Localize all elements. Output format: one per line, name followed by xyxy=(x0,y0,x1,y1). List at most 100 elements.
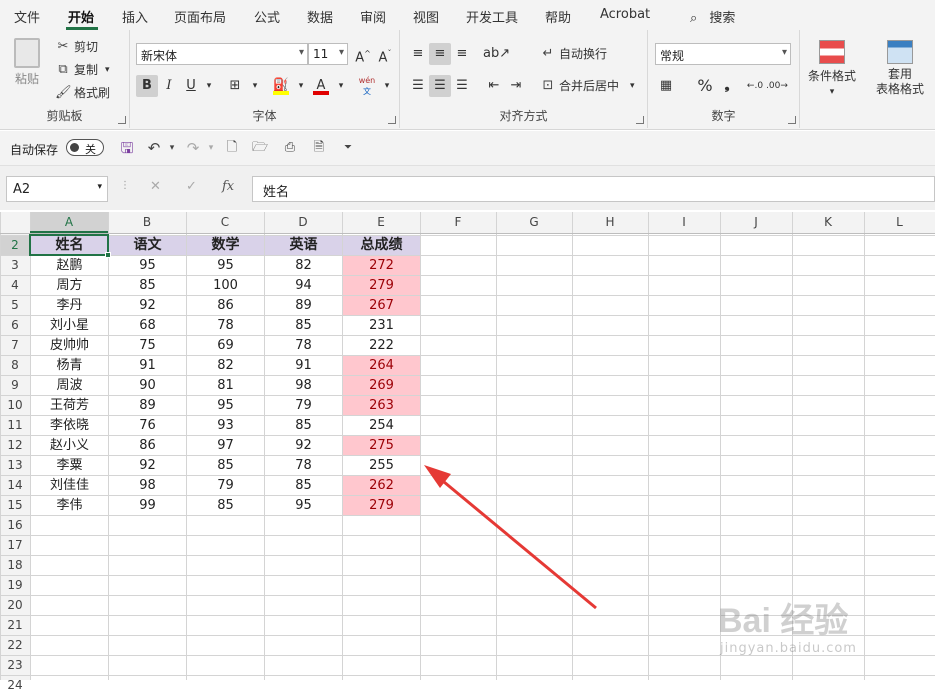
name-cell[interactable]: 王荷芳 xyxy=(31,396,108,415)
decrease-decimal-icon[interactable]: .00→ xyxy=(766,75,788,97)
align-center-icon[interactable]: ☰ xyxy=(429,75,451,97)
accounting-format-icon[interactable]: ▦ xyxy=(655,75,677,97)
name-cell[interactable]: 李伟 xyxy=(31,496,108,515)
math-score-cell[interactable]: 82 xyxy=(187,356,264,375)
percent-icon[interactable]: % xyxy=(694,75,716,97)
chinese-score-cell[interactable]: 99 xyxy=(109,496,186,515)
row-header-19[interactable]: 19 xyxy=(0,575,30,595)
total-score-cell[interactable]: 262 xyxy=(343,476,420,495)
english-score-cell[interactable]: 85 xyxy=(265,316,342,335)
column-header-C[interactable]: C xyxy=(186,212,264,233)
decrease-indent-icon[interactable]: ⇤ xyxy=(483,75,505,97)
tab-formulas[interactable]: 公式 xyxy=(254,7,280,26)
chevron-down-icon[interactable]: ▾ xyxy=(376,75,398,97)
english-score-cell[interactable]: 95 xyxy=(265,496,342,515)
english-score-cell[interactable]: 85 xyxy=(265,416,342,435)
tab-insert[interactable]: 插入 xyxy=(122,7,148,26)
align-middle-icon[interactable]: ≡ xyxy=(429,43,451,65)
english-score-cell[interactable]: 85 xyxy=(265,476,342,495)
conditional-format-button[interactable]: 条件格式 ▾ xyxy=(808,40,856,97)
merge-center-button[interactable]: ⊡ 合并后居中 ▾ xyxy=(540,77,635,94)
column-header-D[interactable]: D xyxy=(264,212,342,233)
name-cell[interactable]: 杨青 xyxy=(31,356,108,375)
total-score-cell[interactable]: 275 xyxy=(343,436,420,455)
dialog-launcher-icon[interactable] xyxy=(388,116,396,124)
row-header-15[interactable]: 15 xyxy=(0,495,30,515)
worksheet-grid[interactable]: A B C D E F G H I J K L 2 3 4 5 6 7 8 9 10 11 12 13 14 15 16 17 18 19… xyxy=(0,212,935,692)
chinese-score-cell[interactable]: 85 xyxy=(109,276,186,295)
name-cell[interactable]: 皮帅帅 xyxy=(31,336,108,355)
orientation-icon[interactable]: ab↗ xyxy=(483,43,510,65)
tab-developer[interactable]: 开发工具 xyxy=(466,7,518,26)
table-header-cell[interactable]: 英语 xyxy=(265,236,342,255)
chevron-down-icon[interactable]: ▾ xyxy=(290,75,312,97)
dialog-launcher-icon[interactable] xyxy=(788,116,796,124)
english-score-cell[interactable]: 89 xyxy=(265,296,342,315)
increase-decimal-icon[interactable]: ←.0 xyxy=(744,75,766,97)
english-score-cell[interactable]: 79 xyxy=(265,396,342,415)
decrease-font-icon[interactable]: Aˇ xyxy=(374,43,396,65)
math-score-cell[interactable]: 97 xyxy=(187,436,264,455)
chinese-score-cell[interactable]: 95 xyxy=(109,256,186,275)
total-score-cell[interactable]: 254 xyxy=(343,416,420,435)
column-header-A[interactable]: A xyxy=(30,212,108,233)
dialog-launcher-icon[interactable] xyxy=(636,116,644,124)
row-header-20[interactable]: 20 xyxy=(0,595,30,615)
total-score-cell[interactable]: 269 xyxy=(343,376,420,395)
autosave-toggle[interactable]: 关 xyxy=(66,139,104,156)
format-as-table-button[interactable]: 套用 表格格式 xyxy=(876,40,924,97)
name-cell[interactable]: 赵小义 xyxy=(31,436,108,455)
chinese-score-cell[interactable]: 76 xyxy=(109,416,186,435)
copy-button[interactable]: ⧉ 复制 ▾ xyxy=(55,61,109,78)
chevron-down-icon[interactable]: ▾ xyxy=(244,75,266,97)
chinese-score-cell[interactable]: 92 xyxy=(109,456,186,475)
name-cell[interactable]: 李粟 xyxy=(31,456,108,475)
bold-button[interactable]: B xyxy=(136,75,158,97)
column-header-I[interactable]: I xyxy=(648,212,720,233)
row-header-12[interactable]: 12 xyxy=(0,435,30,455)
name-cell[interactable]: 刘小星 xyxy=(31,316,108,335)
chinese-score-cell[interactable]: 75 xyxy=(109,336,186,355)
math-score-cell[interactable]: 69 xyxy=(187,336,264,355)
column-header-K[interactable]: K xyxy=(792,212,864,233)
row-header-10[interactable]: 10 xyxy=(0,395,30,415)
chinese-score-cell[interactable]: 86 xyxy=(109,436,186,455)
tab-help[interactable]: 帮助 xyxy=(545,7,571,26)
math-score-cell[interactable]: 85 xyxy=(187,496,264,515)
font-size-select[interactable]: 11 ▾ xyxy=(308,43,348,65)
fill-handle[interactable] xyxy=(105,252,111,258)
row-header-2[interactable]: 2 xyxy=(0,235,30,255)
chevron-down-icon[interactable]: ▾ xyxy=(330,75,352,97)
export-pdf-icon[interactable]: 🗎 xyxy=(311,140,327,156)
column-header-H[interactable]: H xyxy=(572,212,648,233)
font-color-icon[interactable]: A xyxy=(310,75,332,97)
format-painter-button[interactable]: 🖌 格式刷 xyxy=(55,84,110,101)
total-score-cell[interactable]: 263 xyxy=(343,396,420,415)
italic-button[interactable]: I xyxy=(158,75,180,97)
row-header-4[interactable]: 4 xyxy=(0,275,30,295)
cut-button[interactable]: ✂ 剪切 xyxy=(55,38,98,55)
chinese-score-cell[interactable]: 90 xyxy=(109,376,186,395)
math-score-cell[interactable]: 100 xyxy=(187,276,264,295)
tab-review[interactable]: 审阅 xyxy=(360,7,386,26)
total-score-cell[interactable]: 222 xyxy=(343,336,420,355)
chinese-score-cell[interactable]: 91 xyxy=(109,356,186,375)
phonetic-icon[interactable]: wén 文 xyxy=(356,75,378,97)
tab-view[interactable]: 视图 xyxy=(413,7,439,26)
align-top-icon[interactable]: ≡ xyxy=(407,43,429,65)
row-header-6[interactable]: 6 xyxy=(0,315,30,335)
row-header-18[interactable]: 18 xyxy=(0,555,30,575)
chinese-score-cell[interactable]: 89 xyxy=(109,396,186,415)
table-header-cell[interactable]: 数学 xyxy=(187,236,264,255)
name-box[interactable]: A2 ▾ xyxy=(6,176,108,202)
math-score-cell[interactable]: 95 xyxy=(187,396,264,415)
align-left-icon[interactable]: ☰ xyxy=(407,75,429,97)
row-header-3[interactable]: 3 xyxy=(0,255,30,275)
paste-button[interactable]: 粘贴 xyxy=(14,38,40,87)
tab-data[interactable]: 数据 xyxy=(307,7,333,26)
name-cell[interactable]: 李依晓 xyxy=(31,416,108,435)
row-header-7[interactable]: 7 xyxy=(0,335,30,355)
undo-icon[interactable]: ↶ xyxy=(146,140,162,156)
row-header-11[interactable]: 11 xyxy=(0,415,30,435)
row-header-24[interactable]: 24 xyxy=(0,675,30,695)
